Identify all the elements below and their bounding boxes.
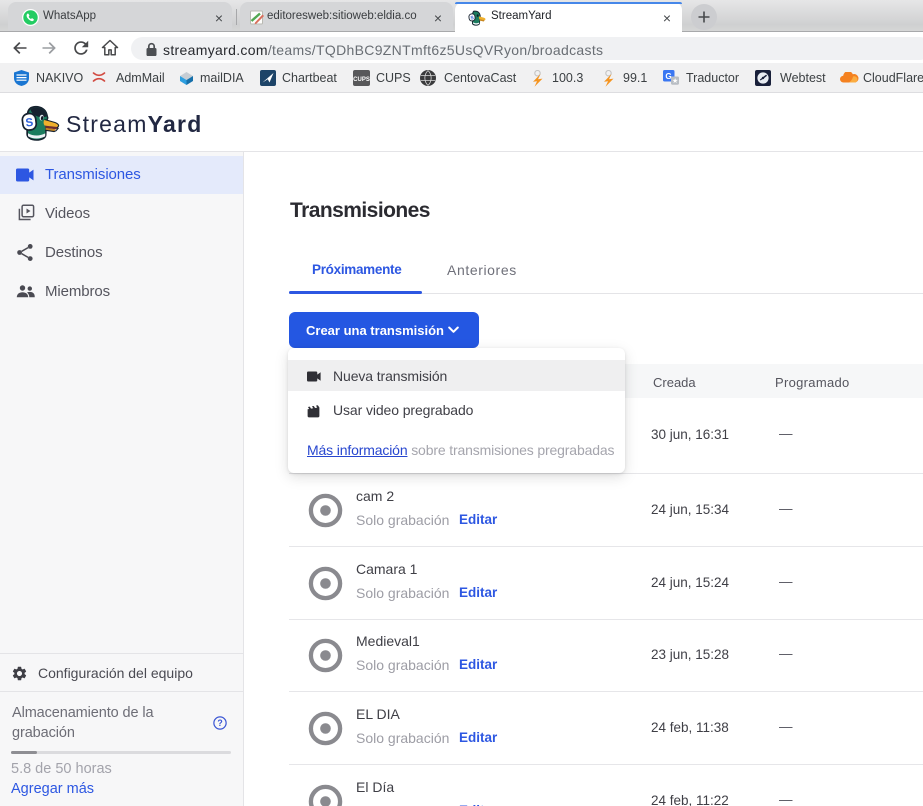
svg-text:G: G — [665, 72, 671, 81]
svg-text:CUPS: CUPS — [353, 77, 370, 83]
svg-text:★: ★ — [672, 77, 678, 85]
svg-text:?: ? — [217, 718, 222, 728]
